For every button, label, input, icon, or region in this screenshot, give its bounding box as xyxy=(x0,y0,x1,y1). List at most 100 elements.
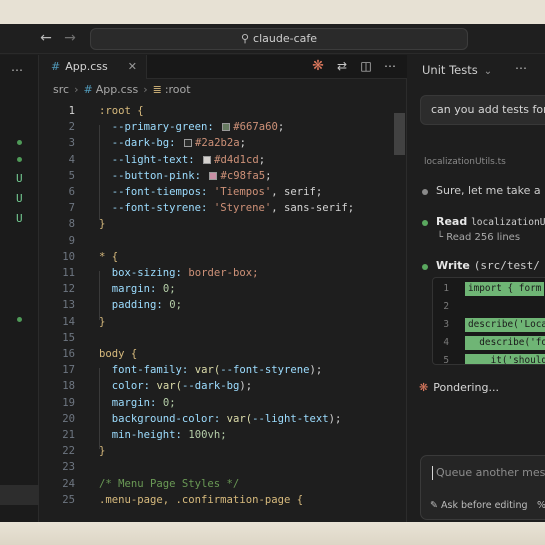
code-text: --font-styrene: 'Styrene', sans-serif; xyxy=(99,200,354,216)
editor-scrollbar[interactable] xyxy=(393,103,406,522)
breadcrumb-file[interactable]: App.css xyxy=(96,83,139,96)
code-text: :root { xyxy=(99,103,144,119)
line-number: 13 xyxy=(62,299,75,312)
code-line: 3 --dark-bg: #2a2b2a; xyxy=(39,135,407,151)
code-token: margin: xyxy=(111,283,157,296)
code-text: } xyxy=(99,216,105,232)
arrow-right-icon[interactable]: → xyxy=(62,30,78,46)
line-number: 9 xyxy=(68,234,75,247)
line-number: 16 xyxy=(62,348,75,360)
code-text: font-family: var(--font-styrene); xyxy=(99,362,323,378)
attachment-label[interactable]: localizationUtils.ts xyxy=(424,157,506,167)
code-line: 19 margin: 0; xyxy=(39,395,407,411)
css-file-icon: # xyxy=(51,60,61,73)
code-area[interactable]: 1:root { 2 --primary-green: #667a60; 3 -… xyxy=(39,103,407,522)
code-line: 20 background-color: var(--light-text); xyxy=(39,411,407,427)
context-usage-button[interactable]: % xyxy=(537,500,545,511)
command-search-box[interactable]: ⚲ claude-cafe xyxy=(90,28,468,50)
code-line: 8} xyxy=(39,216,407,232)
scrollbar-thumb[interactable] xyxy=(394,113,405,155)
code-token: --primary-green: xyxy=(111,121,214,134)
code-token: 0; xyxy=(162,283,176,296)
color-swatch[interactable] xyxy=(222,123,231,132)
close-icon[interactable]: ✕ xyxy=(128,55,137,79)
code-token: var( xyxy=(156,380,182,393)
code-line: 12 margin: 0; xyxy=(39,281,407,297)
editor-window: ← → ⚲ claude-cafe ⋯ U U U # App.css ✕ ❋ ⇄ … xyxy=(0,24,545,522)
line-number: 19 xyxy=(62,396,75,409)
code-text: } xyxy=(99,443,105,459)
diff-line: 3 describe('Loca xyxy=(433,316,545,334)
diff-line-number: 4 xyxy=(443,337,449,348)
diff-added-code: it('should xyxy=(465,354,545,364)
code-token: --dark-bg xyxy=(181,380,240,393)
tab-app-css[interactable]: # App.css ✕ xyxy=(39,55,147,79)
code-text: .menu-page, .confirmation-page { xyxy=(99,492,303,508)
diff-added-code: import { form xyxy=(465,282,545,296)
diff-preview[interactable]: 1 import { form 2 3 describe('Loca 4 descr… xyxy=(432,277,545,365)
read-tool-call[interactable]: Read localizationU xyxy=(436,215,545,228)
arrow-left-icon[interactable]: ← xyxy=(38,30,54,46)
color-swatch[interactable] xyxy=(183,139,192,148)
tool-name: Read xyxy=(436,215,468,228)
editor-actions: ❋ ⇄ ◫ ⋯ xyxy=(311,59,397,75)
ask-before-editing-toggle[interactable]: ✎ Ask before editing xyxy=(430,500,528,511)
diff-line-number: 3 xyxy=(443,319,449,330)
line-number: 7 xyxy=(68,202,75,215)
breadcrumb-symbol[interactable]: :root xyxy=(165,83,191,96)
code-token: font-family: xyxy=(111,364,189,377)
diff-line: 2 xyxy=(433,298,545,316)
more-actions-icon[interactable]: ⋯ xyxy=(11,63,24,77)
css-file-icon: # xyxy=(83,83,93,96)
code-token: :root { xyxy=(99,105,144,117)
chat-composer[interactable]: Queue another mes ✎ Ask before editing % xyxy=(420,455,545,520)
breadcrumb-folder[interactable]: src xyxy=(53,83,69,96)
claude-spark-icon[interactable]: ❋ xyxy=(311,59,325,73)
color-swatch[interactable] xyxy=(209,171,218,180)
split-editor-icon[interactable]: ◫ xyxy=(359,59,373,73)
selected-file-row[interactable] xyxy=(0,485,39,505)
color-swatch[interactable] xyxy=(203,155,212,164)
code-line: 13 padding: 0; xyxy=(39,297,407,313)
line-number: 5 xyxy=(68,169,75,182)
tool-status-dot xyxy=(422,264,428,270)
code-text: --font-tiempos: 'Tiempos', serif; xyxy=(99,184,323,200)
code-token: margin: xyxy=(111,396,157,409)
code-text: min-height: 100vh; xyxy=(99,427,227,443)
code-text: margin: 0; xyxy=(99,281,176,297)
line-number: 10 xyxy=(62,250,75,263)
code-text: /* Menu Page Styles */ xyxy=(99,476,239,492)
desktop-background-top xyxy=(0,0,545,24)
write-tool-call[interactable]: Write (src/test/ xyxy=(436,259,540,272)
code-text: color: var(--dark-bg); xyxy=(99,378,252,394)
code-text: --button-pink: #c98fa5; xyxy=(111,169,272,182)
code-text: box-sizing: border-box; xyxy=(99,265,259,281)
thinking-status: ❋ Pondering... xyxy=(419,381,499,394)
more-actions-icon[interactable]: ⋯ xyxy=(515,61,528,75)
code-token: } xyxy=(99,315,106,328)
chat-title-label: Unit Tests xyxy=(422,63,478,77)
code-line: 10 * { xyxy=(39,249,407,265)
line-number: 14 xyxy=(62,315,75,328)
line-number: 20 xyxy=(62,412,75,425)
git-untracked-mark: U xyxy=(16,192,23,205)
thinking-label: Pondering... xyxy=(433,381,499,394)
code-text: --dark-bg: #2a2b2a; xyxy=(111,137,246,150)
code-line: 22} xyxy=(39,443,407,459)
code-token: , serif; xyxy=(271,186,323,198)
code-token: background-color: xyxy=(111,412,221,425)
chat-title[interactable]: Unit Tests ⌄ xyxy=(422,63,492,77)
code-token: ); xyxy=(328,412,342,425)
compare-changes-icon[interactable]: ⇄ xyxy=(335,59,349,73)
diff-line-number: 2 xyxy=(443,301,449,312)
code-editor: # App.css ✕ ❋ ⇄ ◫ ⋯ src › # App.css › ≣:root 1… xyxy=(39,55,407,522)
code-token: 100vh; xyxy=(188,429,227,441)
diff-line: 4 describe('fo xyxy=(433,334,545,352)
code-line: 1:root { xyxy=(39,103,407,119)
diff-line: 5 it('should xyxy=(433,352,545,364)
more-actions-icon[interactable]: ⋯ xyxy=(383,59,397,73)
line-number: 11 xyxy=(62,267,75,279)
code-text: background-color: var(--light-text); xyxy=(99,411,342,427)
code-text: } xyxy=(99,314,105,330)
code-text: * { xyxy=(99,249,118,265)
